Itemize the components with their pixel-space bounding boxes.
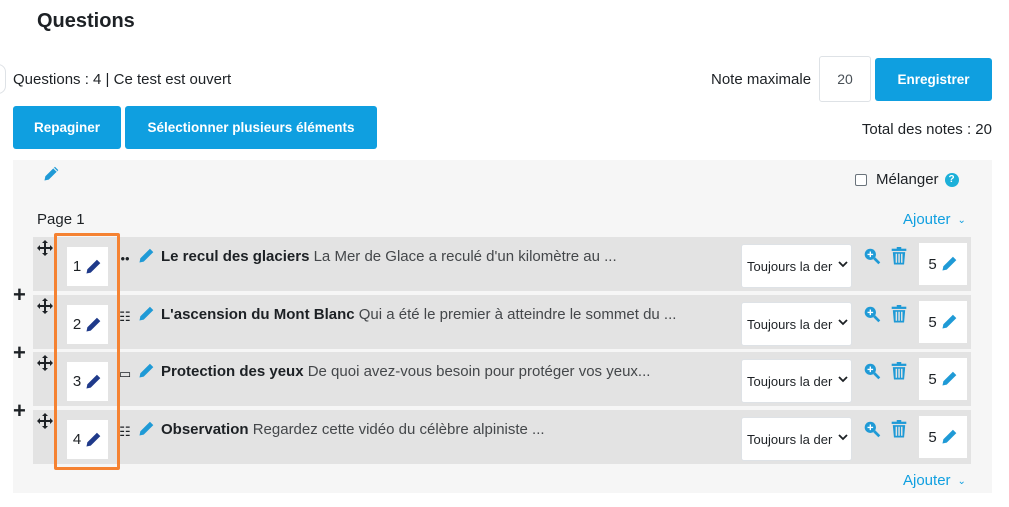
question-type-icon: ☷ (119, 309, 131, 324)
question-number-button[interactable]: 2 (67, 305, 108, 344)
quiz-status-info: Questions : 4 | Ce test est ouvert (13, 71, 232, 88)
behaviour-select[interactable]: Toujours la der (741, 417, 852, 461)
add-page-break-icon[interactable]: + (13, 284, 26, 306)
chevron-down-icon (838, 261, 848, 268)
question-mark-button[interactable]: 5 (919, 243, 967, 285)
question-name: L'ascension du Mont Blanc (161, 306, 355, 323)
move-icon[interactable] (37, 413, 53, 429)
add-menu-top[interactable]: Ajouter ⌄ (903, 211, 966, 228)
move-icon[interactable] (37, 355, 53, 371)
shuffle-label: Mélanger (876, 171, 939, 188)
preview-zoom-icon[interactable] (863, 420, 881, 442)
pencil-icon (86, 259, 101, 274)
chevron-down-icon (838, 376, 848, 383)
save-button[interactable]: Enregistrer (875, 58, 992, 101)
repaginate-button[interactable]: Repaginer (13, 106, 121, 149)
behaviour-select[interactable]: Toujours la der (741, 359, 852, 403)
question-text[interactable]: Le recul des glaciers La Mer de Glace a … (161, 248, 617, 265)
question-row: 2 ☷ L'ascension du Mont Blanc Qui a été … (33, 295, 971, 349)
question-preview: Regardez cette vidéo du célèbre alpinist… (252, 421, 545, 438)
delete-trash-icon[interactable] (891, 362, 907, 384)
multi-select-button[interactable]: Sélectionner plusieurs éléments (125, 106, 377, 149)
edit-section-pencil-icon[interactable] (42, 165, 60, 183)
edit-question-pencil-icon[interactable] (137, 305, 155, 327)
pencil-icon (86, 317, 101, 332)
question-text[interactable]: L'ascension du Mont Blanc Qui a été le p… (161, 306, 676, 323)
question-mark-button[interactable]: 5 (919, 358, 967, 400)
page-label: Page 1 (37, 211, 85, 228)
question-row: 1 •• Le recul des glaciers La Mer de Gla… (33, 237, 971, 291)
add-label: Ajouter (903, 211, 951, 228)
question-mark: 5 (928, 370, 937, 388)
pencil-icon (86, 374, 101, 389)
chevron-down-icon (838, 319, 848, 326)
question-text[interactable]: Observation Regardez cette vidéo du célè… (161, 421, 545, 438)
question-number: 1 (72, 258, 82, 275)
pencil-icon (942, 314, 956, 329)
max-grade-input[interactable]: 20 (819, 56, 871, 102)
delete-trash-icon[interactable] (891, 247, 907, 269)
move-icon[interactable] (37, 240, 53, 256)
question-preview: De quoi avez-vous besoin pour protéger v… (307, 363, 651, 380)
behaviour-select[interactable]: Toujours la der (741, 302, 852, 346)
edit-question-pencil-icon[interactable] (137, 362, 155, 384)
add-page-break-icon[interactable]: + (13, 342, 26, 364)
add-menu-bottom[interactable]: Ajouter ⌄ (903, 472, 966, 489)
behaviour-value: Toujours la der (747, 373, 833, 389)
add-label: Ajouter (903, 472, 951, 489)
question-row: 4 ☷ Observation Regardez cette vidéo du … (33, 410, 971, 464)
question-mark: 5 (928, 255, 937, 273)
behaviour-select[interactable]: Toujours la der (741, 244, 852, 288)
question-number: 3 (72, 373, 82, 390)
delete-trash-icon[interactable] (891, 305, 907, 327)
pencil-icon (942, 256, 956, 271)
delete-trash-icon[interactable] (891, 420, 907, 442)
question-text[interactable]: Protection des yeux De quoi avez-vous be… (161, 363, 650, 380)
pencil-icon (942, 429, 956, 444)
question-number-button[interactable]: 1 (67, 247, 108, 286)
question-number-button[interactable]: 4 (67, 420, 108, 459)
preview-zoom-icon[interactable] (863, 247, 881, 269)
pencil-icon (942, 371, 956, 386)
behaviour-value: Toujours la der (747, 258, 833, 274)
question-row: 3 ▭ Protection des yeux De quoi avez-vou… (33, 352, 971, 406)
chevron-down-icon: ⌄ (957, 215, 966, 226)
question-type-icon: ▭ (118, 366, 132, 381)
chevron-down-icon: ⌄ (957, 476, 966, 487)
pencil-icon (86, 432, 101, 447)
question-name: Le recul des glaciers (161, 248, 310, 265)
question-type-icon: •• (120, 251, 130, 266)
chevron-down-icon (838, 434, 848, 441)
edit-question-pencil-icon[interactable] (137, 420, 155, 442)
total-marks: Total des notes : 20 (861, 121, 992, 138)
drawer-toggle[interactable] (0, 64, 6, 94)
question-mark-button[interactable]: 5 (919, 416, 967, 458)
edit-question-pencil-icon[interactable] (137, 247, 155, 269)
add-page-break-icon[interactable]: + (13, 400, 26, 422)
question-type-icon: ☷ (119, 424, 131, 439)
behaviour-value: Toujours la der (747, 316, 833, 332)
shuffle-checkbox[interactable] (855, 173, 867, 186)
preview-zoom-icon[interactable] (863, 362, 881, 384)
question-number: 4 (72, 431, 82, 448)
move-icon[interactable] (37, 298, 53, 314)
max-grade-label: Note maximale (711, 71, 812, 88)
question-number: 2 (72, 316, 82, 333)
question-mark: 5 (928, 313, 937, 331)
question-preview: La Mer de Glace a reculé d'un kilomètre … (313, 248, 617, 265)
question-preview: Qui a été le premier à atteindre le somm… (358, 306, 677, 323)
question-number-button[interactable]: 3 (67, 362, 108, 401)
question-mark-button[interactable]: 5 (919, 301, 967, 343)
preview-zoom-icon[interactable] (863, 305, 881, 327)
question-name: Observation (161, 421, 249, 438)
question-name: Protection des yeux (161, 363, 304, 380)
shuffle-control: Mélanger ? (855, 171, 959, 188)
behaviour-value: Toujours la der (747, 431, 833, 447)
question-mark: 5 (928, 428, 937, 446)
help-icon[interactable]: ? (944, 172, 959, 187)
page-title: Questions (37, 10, 135, 32)
